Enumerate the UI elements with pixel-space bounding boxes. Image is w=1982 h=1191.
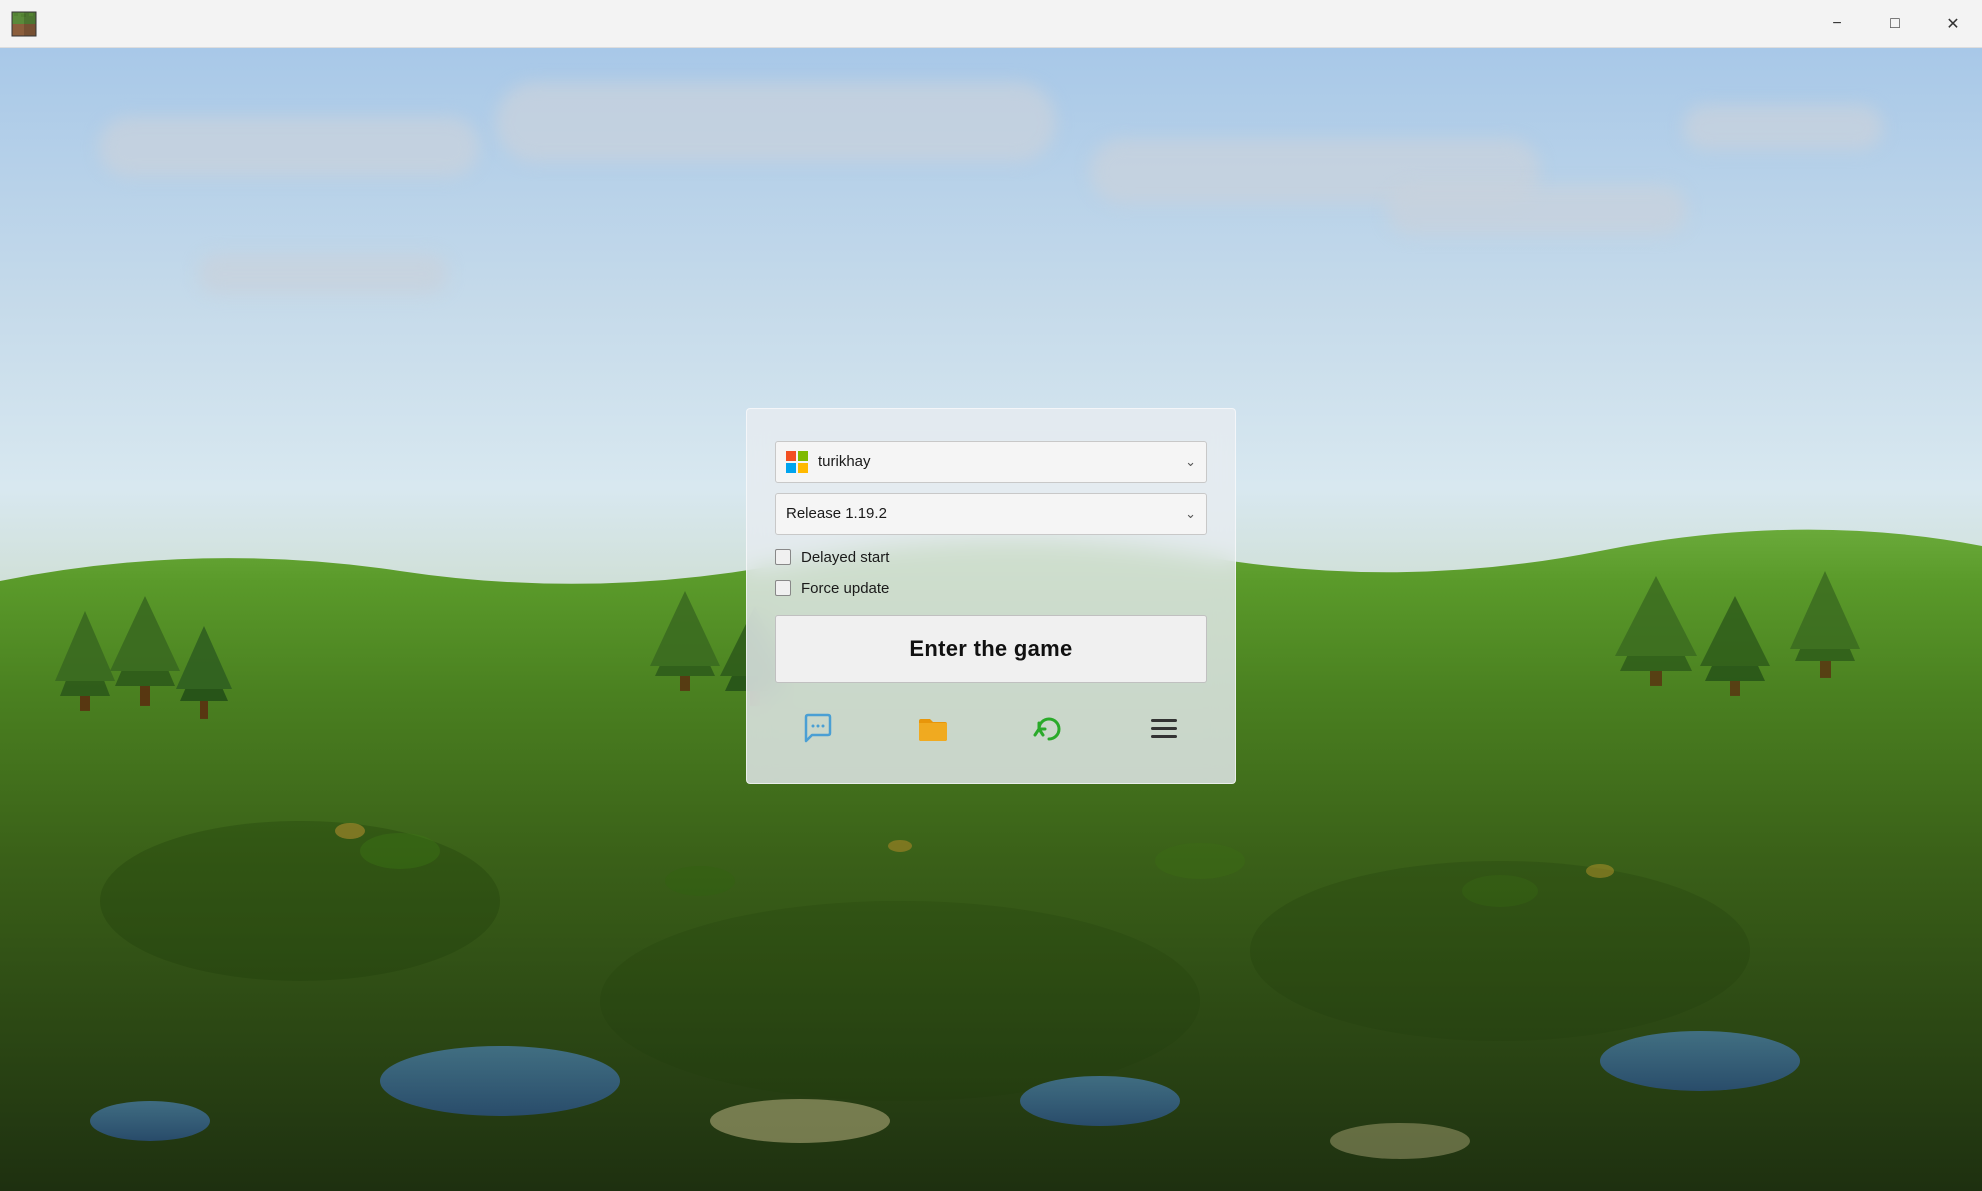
version-dropdown[interactable]: Release 1.19.2 ⌄: [775, 493, 1207, 535]
ms-logo-green: [798, 451, 808, 461]
microsoft-logo: [786, 451, 808, 473]
minimize-button[interactable]: −: [1808, 0, 1866, 48]
launcher-dialog: turikhay ⌄ Release 1.19.2 ⌄ Delayed star…: [746, 408, 1236, 784]
chat-icon: [802, 713, 834, 745]
delayed-start-label[interactable]: Delayed start: [801, 549, 889, 566]
folder-icon: [917, 713, 949, 745]
cloud-6: [1683, 105, 1883, 150]
account-name: turikhay: [818, 453, 1185, 470]
chat-button[interactable]: [775, 699, 860, 759]
cloud-5: [198, 254, 448, 294]
menu-line-2: [1151, 727, 1177, 730]
refresh-icon: [1033, 713, 1065, 745]
force-update-label[interactable]: Force update: [801, 580, 889, 597]
force-update-row: Force update: [775, 580, 1207, 597]
version-dropdown-arrow: ⌄: [1185, 506, 1196, 522]
account-dropdown-arrow: ⌄: [1185, 454, 1196, 470]
close-button[interactable]: ✕: [1924, 0, 1982, 48]
cloud-2: [496, 82, 1056, 162]
maximize-button[interactable]: □: [1866, 0, 1924, 48]
app-block-icon: [11, 11, 37, 37]
ms-logo-blue: [786, 463, 796, 473]
menu-button[interactable]: [1122, 699, 1207, 759]
icon-bar: [775, 699, 1207, 759]
app-icon-container: [0, 0, 48, 48]
titlebar: − □ ✕: [0, 0, 1982, 48]
refresh-button[interactable]: [1006, 699, 1091, 759]
cloud-1: [99, 117, 479, 177]
enter-game-button[interactable]: Enter the game: [775, 615, 1207, 683]
version-value: Release 1.19.2: [786, 505, 1185, 522]
force-update-checkbox[interactable]: [775, 580, 791, 596]
delayed-start-row: Delayed start: [775, 549, 1207, 566]
window-controls: − □ ✕: [1808, 0, 1982, 47]
menu-line-1: [1151, 719, 1177, 722]
delayed-start-checkbox[interactable]: [775, 549, 791, 565]
cloud-4: [1387, 185, 1687, 235]
account-dropdown[interactable]: turikhay ⌄: [775, 441, 1207, 483]
folder-button[interactable]: [891, 699, 976, 759]
hamburger-menu-icon: [1151, 719, 1177, 738]
ms-logo-yellow: [798, 463, 808, 473]
menu-line-3: [1151, 735, 1177, 738]
ms-logo-red: [786, 451, 796, 461]
